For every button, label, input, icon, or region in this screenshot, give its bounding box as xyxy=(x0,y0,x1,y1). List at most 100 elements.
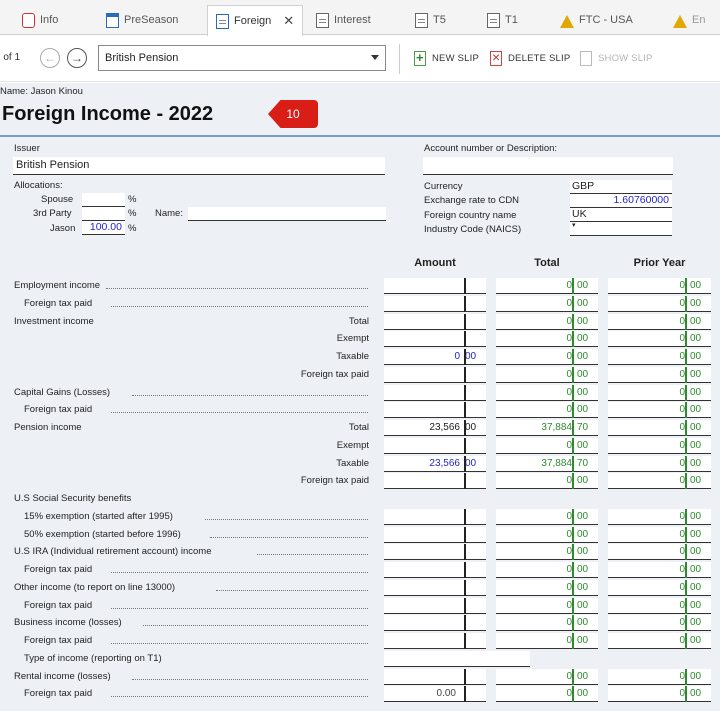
prior-year-field[interactable]: 0 00 xyxy=(608,438,711,454)
prior-year-field[interactable]: 0 00 xyxy=(608,509,711,525)
total-field[interactable]: 0 00 xyxy=(496,527,598,543)
exchange-rate-field[interactable]: 1.60760000 xyxy=(570,194,672,208)
amount-field[interactable] xyxy=(384,402,486,418)
prior-year-field[interactable]: 0 00 xyxy=(608,314,711,330)
prior-year-field[interactable]: 0 00 xyxy=(608,473,711,489)
tab-info[interactable]: Info xyxy=(22,6,58,34)
tab-preseason[interactable]: PreSeason xyxy=(106,6,178,34)
prior-year-field[interactable]: 0 00 xyxy=(608,633,711,649)
amount-field[interactable] xyxy=(384,669,486,685)
tab-en[interactable]: En xyxy=(673,6,705,34)
prior-year-field[interactable]: 0 00 xyxy=(608,331,711,347)
amount-field[interactable] xyxy=(384,562,486,578)
jason-percent-field[interactable]: 100.00 xyxy=(82,221,125,235)
prior-year-field[interactable]: 0 00 xyxy=(608,615,711,631)
prior-year-field[interactable]: 0 00 xyxy=(608,278,711,294)
prior-year-field[interactable]: 0 00 xyxy=(608,385,711,401)
total-field[interactable]: 0 00 xyxy=(496,686,598,702)
cell-cents: 00 xyxy=(577,369,589,380)
prior-year-field[interactable]: 0 00 xyxy=(608,367,711,383)
amount-divider xyxy=(465,420,466,436)
row-sub-label: Foreign tax paid xyxy=(300,369,369,380)
third-party-percent-field[interactable] xyxy=(82,207,125,221)
total-field[interactable]: 0 00 xyxy=(496,509,598,525)
spouse-percent-field[interactable] xyxy=(82,193,125,207)
prior-year-field[interactable]: 0 00 xyxy=(608,349,711,365)
delete-slip-button[interactable]: DELETE SLIP xyxy=(490,49,570,66)
total-field[interactable]: 37,884 70 xyxy=(496,456,598,472)
prior-year-field[interactable]: 0 00 xyxy=(608,562,711,578)
amount-field[interactable] xyxy=(384,314,486,330)
show-slip-button[interactable]: SHOW SLIP xyxy=(580,51,653,66)
prior-year-field[interactable]: 0 00 xyxy=(608,580,711,596)
amount-field[interactable] xyxy=(384,509,486,525)
prior-year-field[interactable]: 0 00 xyxy=(608,420,711,436)
amount-field[interactable]: 0.00 xyxy=(384,686,486,702)
prior-year-field[interactable]: 0 00 xyxy=(608,669,711,685)
total-field[interactable]: 0 00 xyxy=(496,438,598,454)
country-field[interactable]: UK xyxy=(570,208,672,222)
prior-year-field[interactable]: 0 00 xyxy=(608,402,711,418)
prior-year-field[interactable]: 0 00 xyxy=(608,686,711,702)
tab-t1[interactable]: T1 xyxy=(487,6,518,34)
total-field[interactable]: 0 00 xyxy=(496,278,598,294)
prior-year-field[interactable]: 0 00 xyxy=(608,456,711,472)
total-field[interactable]: 0 00 xyxy=(496,473,598,489)
cell-whole: 23,566 xyxy=(429,458,460,469)
amount-field[interactable] xyxy=(384,385,486,401)
total-field[interactable]: 0 00 xyxy=(496,314,598,330)
amount-field[interactable] xyxy=(384,598,486,614)
amount-field[interactable] xyxy=(384,278,486,294)
total-field[interactable]: 0 00 xyxy=(496,633,598,649)
account-field[interactable] xyxy=(423,157,673,175)
total-field[interactable]: 0 00 xyxy=(496,580,598,596)
amount-field[interactable] xyxy=(384,331,486,347)
total-field[interactable]: 0 00 xyxy=(496,296,598,312)
amount-field[interactable] xyxy=(384,473,486,489)
close-tab-icon[interactable]: ✕ xyxy=(283,13,294,29)
currency-field[interactable]: GBP xyxy=(570,180,672,194)
prior-year-field[interactable]: 0 00 xyxy=(608,296,711,312)
new-slip-button[interactable]: NEW SLIP xyxy=(414,50,479,66)
total-field[interactable]: 0 00 xyxy=(496,544,598,560)
amount-field[interactable] xyxy=(384,296,486,312)
income-type-field[interactable] xyxy=(384,651,530,667)
total-field[interactable]: 0 00 xyxy=(496,598,598,614)
total-field[interactable]: 0 00 xyxy=(496,367,598,383)
total-field[interactable]: 0 00 xyxy=(496,562,598,578)
amount-field[interactable] xyxy=(384,438,486,454)
prior-year-field[interactable]: 0 00 xyxy=(608,544,711,560)
amount-field[interactable] xyxy=(384,367,486,383)
amount-field[interactable]: 0 00 xyxy=(384,349,486,365)
prior-year-field[interactable]: 0 00 xyxy=(608,598,711,614)
allocations-label: Allocations: xyxy=(14,180,63,191)
amount-field[interactable] xyxy=(384,615,486,631)
slip-select[interactable]: British Pension xyxy=(98,45,386,71)
cell-whole: 0 xyxy=(566,511,572,522)
total-field[interactable]: 0 00 xyxy=(496,669,598,685)
amount-field[interactable] xyxy=(384,544,486,560)
total-field[interactable]: 0 00 xyxy=(496,615,598,631)
tab-t5[interactable]: T5 xyxy=(415,6,446,34)
prior-year-field[interactable]: 0 00 xyxy=(608,527,711,543)
tab-interest[interactable]: Interest xyxy=(316,6,371,34)
amount-column-header: Amount xyxy=(414,257,456,269)
amount-field[interactable]: 23,566 00 xyxy=(384,456,486,472)
tab-foreign[interactable]: Foreign ✕ xyxy=(207,5,304,36)
amount-field[interactable] xyxy=(384,580,486,596)
next-slip-button[interactable]: → xyxy=(67,48,87,68)
amount-field[interactable] xyxy=(384,527,486,543)
total-field[interactable]: 0 00 xyxy=(496,385,598,401)
amount-field[interactable] xyxy=(384,633,486,649)
issuer-field[interactable]: British Pension xyxy=(13,157,385,175)
third-party-name-field[interactable] xyxy=(188,207,386,221)
percent-sign: % xyxy=(128,208,137,219)
naics-field[interactable]: ▾ xyxy=(570,222,672,236)
total-field[interactable]: 0 00 xyxy=(496,349,598,365)
amount-field[interactable]: 23,566 00 xyxy=(384,420,486,436)
previous-slip-button[interactable]: ← xyxy=(40,48,60,68)
total-field[interactable]: 0 00 xyxy=(496,402,598,418)
total-field[interactable]: 0 00 xyxy=(496,331,598,347)
tab-ftc-usa[interactable]: FTC - USA xyxy=(560,6,633,34)
total-field[interactable]: 37,884 70 xyxy=(496,420,598,436)
